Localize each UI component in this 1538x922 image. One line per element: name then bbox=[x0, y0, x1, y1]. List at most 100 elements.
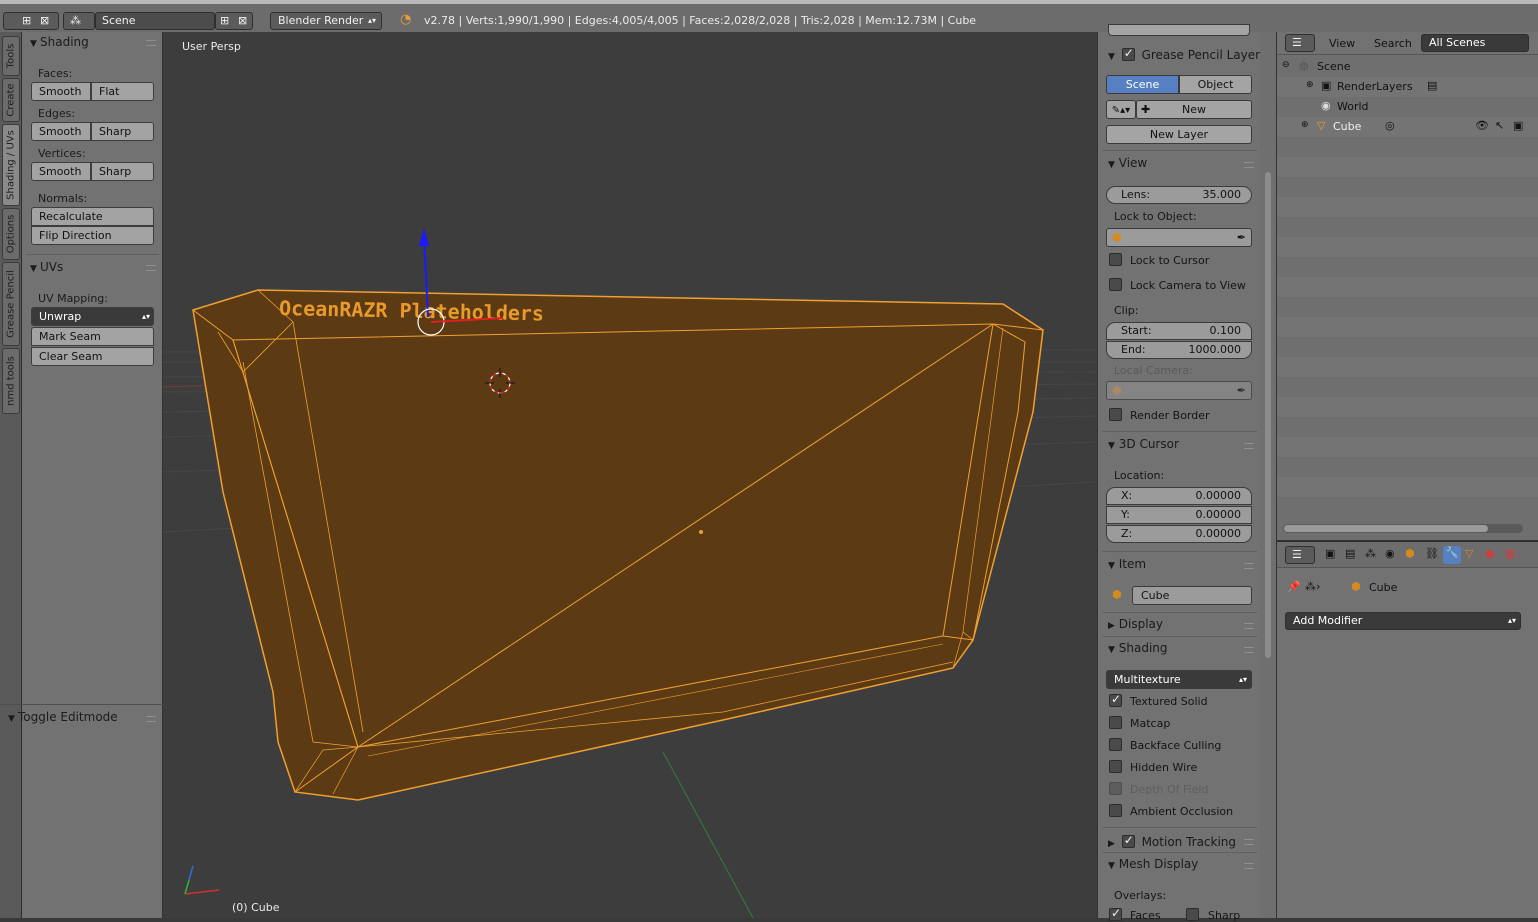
data-tab-icon[interactable]: ▽ bbox=[1465, 547, 1473, 560]
grease-pencil-layers-header[interactable]: ▼ Grease Pencil Layers bbox=[1108, 46, 1266, 62]
display-panel-header[interactable]: ▶ Display bbox=[1108, 617, 1163, 631]
close-icon[interactable]: ⊠ bbox=[238, 13, 247, 29]
3d-viewport[interactable]: OceanRAZR Plateholders User Persp (0) Cu… bbox=[163, 32, 1097, 918]
faces-smooth-button[interactable]: Smooth bbox=[31, 82, 91, 101]
display-mode-dropdown[interactable]: All Scenes bbox=[1421, 34, 1529, 52]
shading-mode-dropdown[interactable]: Multitexture ▴▾ bbox=[1106, 670, 1252, 689]
tab-create[interactable]: Create bbox=[2, 78, 20, 122]
renderlayers-tab-icon[interactable]: ▤ bbox=[1345, 547, 1355, 560]
editor-type-icon[interactable]: ☰ bbox=[1285, 546, 1315, 564]
flip-direction-button[interactable]: Flip Direction bbox=[31, 226, 154, 245]
cursor-x-field[interactable]: X: 0.00000 bbox=[1106, 487, 1252, 505]
outliner-scrollbar[interactable] bbox=[1283, 524, 1523, 533]
add-modifier-dropdown[interactable]: Add Modifier ▴▾ bbox=[1285, 612, 1521, 630]
outliner-view-menu[interactable]: View bbox=[1329, 37, 1355, 50]
viewport-canvas[interactable]: OceanRAZR Plateholders bbox=[163, 32, 1097, 918]
panel-grip-icon[interactable] bbox=[1244, 647, 1254, 653]
pin-icon[interactable]: 📌 bbox=[1287, 580, 1301, 593]
panel-grip-icon[interactable] bbox=[146, 716, 156, 722]
panel-grip-icon[interactable] bbox=[1244, 839, 1254, 845]
lock-object-field[interactable]: ⬢ ✒ bbox=[1106, 228, 1252, 247]
editor-type-icon[interactable]: ☰ bbox=[1285, 34, 1315, 52]
close-icon[interactable]: ⊠ bbox=[40, 13, 49, 29]
renderability-camera-icon[interactable]: ▣ bbox=[1513, 119, 1523, 132]
panel-grip-icon[interactable] bbox=[1244, 162, 1254, 168]
tab-nmd-tools[interactable]: nmd tools bbox=[2, 348, 20, 414]
constraints-tab-icon[interactable]: ⛓ bbox=[1425, 547, 1439, 560]
selectability-cursor-icon[interactable]: ↖ bbox=[1495, 119, 1504, 132]
ambient-occlusion-checkbox[interactable] bbox=[1109, 804, 1122, 817]
view-panel-header[interactable]: ▼ View bbox=[1108, 156, 1147, 170]
z-arrow-icon[interactable] bbox=[419, 228, 429, 246]
eyedropper-icon[interactable]: ✒ bbox=[1237, 229, 1246, 246]
item-panel-header[interactable]: ▼ Item bbox=[1108, 557, 1146, 571]
material-tab-icon[interactable]: ● bbox=[1485, 547, 1495, 560]
recalculate-button[interactable]: Recalculate bbox=[31, 207, 154, 226]
overlay-sharp-checkbox[interactable] bbox=[1186, 908, 1199, 921]
add-icon[interactable]: ⊞ bbox=[22, 13, 31, 29]
panel-grip-icon[interactable] bbox=[146, 40, 156, 46]
outliner-search-menu[interactable]: Search bbox=[1374, 37, 1412, 50]
hidden-wire-checkbox[interactable] bbox=[1109, 760, 1122, 773]
panel-grip-icon[interactable] bbox=[146, 265, 156, 271]
render-engine-dropdown[interactable]: Blender Render ▴▾ bbox=[270, 12, 382, 30]
expand-icon[interactable]: ⊕ bbox=[1301, 120, 1309, 130]
vertices-sharp-button[interactable]: Sharp bbox=[91, 162, 154, 181]
scrolled-widget[interactable] bbox=[1108, 24, 1250, 36]
object-tab-icon[interactable]: ⬢ bbox=[1405, 547, 1415, 560]
pencil-datablock-icon[interactable]: ✎▴▾ bbox=[1106, 100, 1136, 119]
visibility-eye-icon[interactable]: 👁 bbox=[1475, 119, 1489, 132]
motion-tracking-checkbox[interactable] bbox=[1121, 833, 1135, 848]
outliner-row-world[interactable]: ◉ World bbox=[1277, 97, 1538, 117]
unwrap-dropdown[interactable]: Unwrap ▴▾ bbox=[31, 307, 154, 326]
outliner-row-scene[interactable]: ⊖ ◍ Scene bbox=[1277, 57, 1538, 77]
new-layer-button[interactable]: New Layer bbox=[1106, 125, 1252, 144]
lock-to-cursor-checkbox[interactable] bbox=[1109, 253, 1122, 266]
world-tab-icon[interactable]: ◉ bbox=[1385, 547, 1395, 560]
shading-panel-header[interactable]: ▼ Shading bbox=[30, 35, 89, 49]
scene-name-field[interactable]: Scene bbox=[95, 12, 215, 30]
expand-icon[interactable]: ⊕ bbox=[1306, 80, 1314, 90]
overlay-faces-checkbox[interactable] bbox=[1109, 906, 1122, 921]
3d-cursor-panel-header[interactable]: ▼ 3D Cursor bbox=[1108, 437, 1179, 451]
modifiers-tab-icon[interactable]: 🔧 bbox=[1443, 546, 1461, 564]
matcap-checkbox[interactable] bbox=[1109, 716, 1122, 729]
panel-grip-icon[interactable] bbox=[1244, 863, 1254, 869]
uvs-panel-header[interactable]: ▼ UVs bbox=[30, 260, 63, 274]
texture-tab-icon[interactable]: ▦ bbox=[1505, 547, 1515, 560]
backface-culling-checkbox[interactable] bbox=[1109, 738, 1122, 751]
renderlayer-icon[interactable]: ▤ bbox=[1427, 79, 1437, 92]
clear-seam-button[interactable]: Clear Seam bbox=[31, 347, 154, 366]
panel-grip-icon[interactable] bbox=[1244, 563, 1254, 569]
grease-pencil-enable-checkbox[interactable] bbox=[1121, 46, 1135, 61]
item-name-field[interactable]: Cube bbox=[1132, 586, 1252, 605]
faces-flat-button[interactable]: Flat bbox=[91, 82, 154, 101]
scene-selector-icon[interactable]: ⁂ bbox=[63, 12, 95, 30]
properties-scrollbar-track[interactable] bbox=[1260, 32, 1277, 918]
mesh-data-icon[interactable]: ◎ bbox=[1385, 119, 1395, 132]
tab-grease-pencil[interactable]: Grease Pencil bbox=[2, 262, 20, 346]
scene-add-remove[interactable]: ⊞ ⊠ bbox=[215, 12, 253, 30]
render-border-checkbox[interactable] bbox=[1109, 408, 1122, 421]
cursor-y-field[interactable]: Y: 0.00000 bbox=[1106, 506, 1252, 524]
scene-tab-icon[interactable]: ⁂ bbox=[1365, 547, 1376, 560]
lock-camera-checkbox[interactable] bbox=[1109, 278, 1122, 291]
edges-smooth-button[interactable]: Smooth bbox=[31, 122, 91, 141]
cursor-z-field[interactable]: Z: 0.00000 bbox=[1106, 525, 1252, 543]
lens-field[interactable]: Lens: 35.000 bbox=[1106, 186, 1252, 204]
mesh-display-header[interactable]: ▼ Mesh Display bbox=[1108, 857, 1198, 871]
grease-scene-tab[interactable]: Scene bbox=[1106, 75, 1179, 94]
mark-seam-button[interactable]: Mark Seam bbox=[31, 327, 154, 346]
motion-tracking-header[interactable]: ▶ Motion Tracking bbox=[1108, 833, 1236, 849]
object-origin[interactable] bbox=[699, 530, 703, 534]
render-tab-icon[interactable]: ▣ bbox=[1325, 547, 1335, 560]
grease-new-button[interactable]: ✚ New bbox=[1136, 100, 1252, 119]
edges-sharp-button[interactable]: Sharp bbox=[91, 122, 154, 141]
vertices-smooth-button[interactable]: Smooth bbox=[31, 162, 91, 181]
clip-end-field[interactable]: End: 1000.000 bbox=[1106, 341, 1252, 359]
outliner-row-renderlayers[interactable]: ⊕ ▣ RenderLayers ▤ bbox=[1277, 77, 1538, 97]
selected-mesh-cube[interactable] bbox=[192, 289, 1044, 801]
clip-start-field[interactable]: Start: 0.100 bbox=[1106, 322, 1252, 340]
panel-grip-icon[interactable] bbox=[1244, 623, 1254, 629]
panel-grip-icon[interactable] bbox=[1244, 443, 1254, 449]
